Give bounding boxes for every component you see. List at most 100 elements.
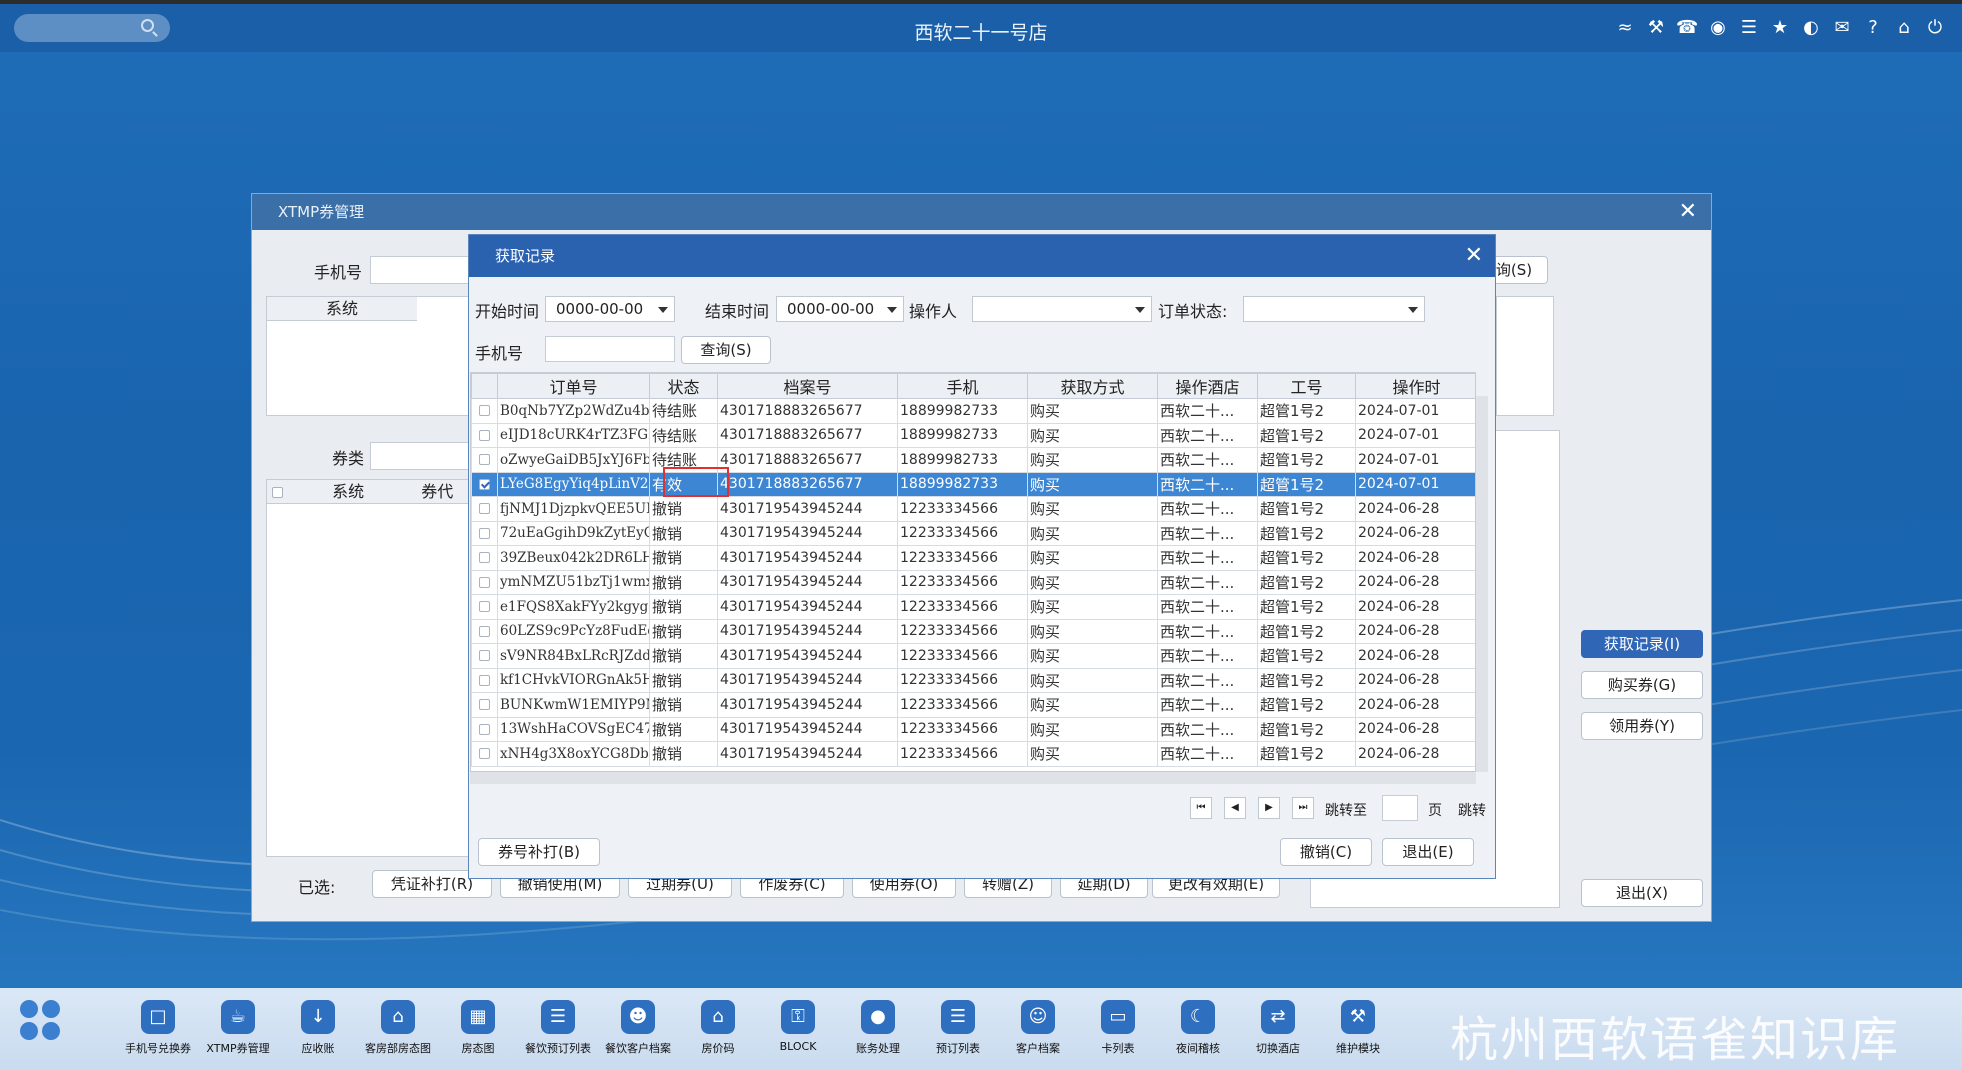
- table-row[interactable]: eIJD18cURK4rTZ3FGLI 待结账 4301718883265677 18…: [471, 422, 1475, 448]
- profile-number-cell: 4301718883265677: [717, 422, 898, 448]
- prev-page-icon[interactable]: ◀: [1224, 797, 1246, 819]
- dock-item[interactable]: ● 账务处理: [838, 1000, 918, 1056]
- wifi-icon[interactable]: ≈: [1614, 17, 1636, 39]
- column-header[interactable]: 状态: [649, 373, 718, 399]
- table-row[interactable]: e1FQS8XakFYy2kgygGi 撤销 4301719543945244 122…: [471, 594, 1475, 620]
- get-records-button[interactable]: 获取记录(I): [1581, 630, 1703, 658]
- column-header[interactable]: 手机: [897, 373, 1028, 399]
- table-row[interactable]: B0qNb7YZp2WdZu4bViL待结账430171888326567718…: [471, 398, 1475, 424]
- dock-item[interactable]: ▦ 房态图: [438, 1000, 518, 1056]
- dialog-exit-button[interactable]: 退出(E): [1382, 838, 1474, 866]
- column-header[interactable]: 档案号: [717, 373, 898, 399]
- table-row[interactable]: xNH4g3X8oxYCG8Db96h撤销4301719543945244122…: [471, 741, 1475, 767]
- tools-icon[interactable]: ⚒: [1645, 17, 1667, 39]
- dock-item[interactable]: ⚿ BLOCK: [758, 1000, 838, 1053]
- first-page-icon[interactable]: ⏮: [1190, 797, 1212, 819]
- table-row[interactable]: kf1CHvkVIORGnAk5HYt撤销4301719543945244122…: [471, 667, 1475, 693]
- order-number-cell: 60LZS9c9PcYz8FudEqL: [497, 618, 650, 644]
- column-header[interactable]: 获取方式: [1027, 373, 1158, 399]
- star-icon[interactable]: ★: [1769, 17, 1791, 39]
- buy-coupon-button[interactable]: 购买券(G): [1581, 671, 1703, 699]
- row-checkbox[interactable]: [479, 748, 490, 760]
- vertical-scrollbar[interactable]: [1476, 396, 1488, 772]
- dialog-query-button[interactable]: 查询(S): [681, 336, 771, 364]
- dock-item[interactable]: ⌂ 客房部房态图: [358, 1000, 438, 1056]
- order-status-select[interactable]: [1243, 296, 1425, 322]
- dock-item[interactable]: ⇄ 切换酒店: [1238, 1000, 1318, 1056]
- phone-input[interactable]: [370, 256, 470, 284]
- column-header[interactable]: 操作时: [1355, 373, 1475, 399]
- dock-item[interactable]: ↓ 应收账: [278, 1000, 358, 1056]
- dock-item[interactable]: ▭ 卡列表: [1078, 1000, 1158, 1056]
- row-checkbox[interactable]: [479, 699, 490, 711]
- dock-item[interactable]: ☰ 预订列表: [918, 1000, 998, 1056]
- jump-button[interactable]: 跳转: [1458, 800, 1486, 820]
- start-time-select[interactable]: 0000-00-00: [545, 296, 675, 322]
- dock-item[interactable]: ☺ 客户档案: [998, 1000, 1078, 1056]
- dock-item-label: 卡列表: [1101, 1042, 1135, 1055]
- cancel-button[interactable]: 撤销(C): [1280, 838, 1372, 866]
- hotel-cell: 西软二十...: [1157, 447, 1258, 473]
- app-logo[interactable]: [20, 1000, 64, 1044]
- row-checkbox[interactable]: [479, 650, 490, 662]
- row-checkbox[interactable]: [479, 405, 490, 417]
- exit-button[interactable]: 退出(X): [1581, 879, 1703, 907]
- checkbox-cell: [471, 618, 498, 644]
- table-row[interactable]: 39ZBeux042k2DR6LHro撤销4301719543945244122…: [471, 545, 1475, 571]
- table-row[interactable]: 72uEaGgihD9kZytEyGo 撤销 4301719543945244 122…: [471, 520, 1475, 546]
- palette-icon[interactable]: ◉: [1707, 17, 1729, 39]
- page-number-input[interactable]: [1382, 795, 1418, 821]
- dock-item[interactable]: ⌂ 房价码: [678, 1000, 758, 1056]
- row-checkbox[interactable]: [479, 454, 490, 466]
- theme-icon[interactable]: ◐: [1800, 17, 1822, 39]
- phone-icon[interactable]: ☎: [1676, 17, 1698, 39]
- next-page-icon[interactable]: ▶: [1258, 797, 1280, 819]
- row-checkbox[interactable]: [479, 601, 490, 613]
- table-row[interactable]: oZwyeGaiDB5JxYJ6Fb5 待结账 4301718883265677 18…: [471, 447, 1475, 473]
- table-row[interactable]: fjNMJ1DjzpkvQEE5UNd撤销4301719543945244122…: [471, 496, 1475, 522]
- receive-coupon-button[interactable]: 领用券(Y): [1581, 712, 1703, 740]
- table-row[interactable]: LYeG8EgyYiq4pLinV23 有效 4301718883265677 188…: [471, 471, 1475, 497]
- table-row[interactable]: ymNMZU51bzTj1wmx0Ww撤销4301719543945244122…: [471, 569, 1475, 595]
- row-checkbox[interactable]: [479, 478, 490, 490]
- close-icon[interactable]: ✕: [1679, 194, 1697, 230]
- row-checkbox[interactable]: [479, 625, 490, 637]
- table-row[interactable]: sV9NR84BxLRcRJZdddW撤销4301719543945244122…: [471, 643, 1475, 669]
- menu-icon[interactable]: ☰: [1738, 17, 1760, 39]
- column-header[interactable]: 操作酒店: [1157, 373, 1258, 399]
- dock-item[interactable]: □ 手机号兑换券: [118, 1000, 198, 1056]
- coupon-type-input[interactable]: [370, 442, 470, 470]
- row-checkbox[interactable]: [479, 429, 490, 441]
- hotel-cell: 西软二十...: [1157, 594, 1258, 620]
- dialog-phone-input[interactable]: [545, 336, 675, 362]
- row-checkbox[interactable]: [479, 723, 490, 735]
- column-header[interactable]: 工号: [1257, 373, 1356, 399]
- end-time-select[interactable]: 0000-00-00: [776, 296, 904, 322]
- checkbox-cell: [471, 643, 498, 669]
- dock-item[interactable]: ☾ 夜间稽核: [1158, 1000, 1238, 1056]
- table-row[interactable]: 13WshHaCOVSgEC47nu9撤销4301719543945244122…: [471, 716, 1475, 742]
- row-checkbox[interactable]: [479, 576, 490, 588]
- home-icon[interactable]: ⌂: [1893, 17, 1915, 39]
- help-icon[interactable]: ?: [1862, 17, 1884, 39]
- column-header[interactable]: 订单号: [497, 373, 650, 399]
- dock-item[interactable]: ☻ 餐饮客户档案: [598, 1000, 678, 1056]
- dock-item[interactable]: ⚒ 维护模块: [1318, 1000, 1398, 1056]
- operator-select[interactable]: [972, 296, 1152, 322]
- select-all-checkbox[interactable]: [272, 487, 283, 498]
- power-icon[interactable]: ⏻: [1924, 17, 1946, 39]
- table-row[interactable]: BUNKwmW1EMIYP9NIuK4撤销4301719543945244122…: [471, 692, 1475, 718]
- reprint-coupon-button[interactable]: 券号补打(B): [478, 838, 600, 866]
- row-checkbox[interactable]: [479, 527, 490, 539]
- row-checkbox[interactable]: [479, 674, 490, 686]
- row-checkbox[interactable]: [479, 552, 490, 564]
- dock-item[interactable]: ☕ XTMP券管理: [198, 1000, 278, 1056]
- table-row[interactable]: 60LZS9c9PcYz8FudEqL 撤销 4301719543945244 122…: [471, 618, 1475, 644]
- last-page-icon[interactable]: ⏭: [1292, 797, 1314, 819]
- mail-icon[interactable]: ✉: [1831, 17, 1853, 39]
- dialog-close-icon[interactable]: ✕: [1465, 235, 1483, 277]
- horizontal-scrollbar[interactable]: [470, 772, 1476, 784]
- row-checkbox[interactable]: [479, 503, 490, 515]
- dock-item[interactable]: ☰ 餐饮预订列表: [518, 1000, 598, 1056]
- profile-number-cell: 4301719543945244: [717, 667, 898, 693]
